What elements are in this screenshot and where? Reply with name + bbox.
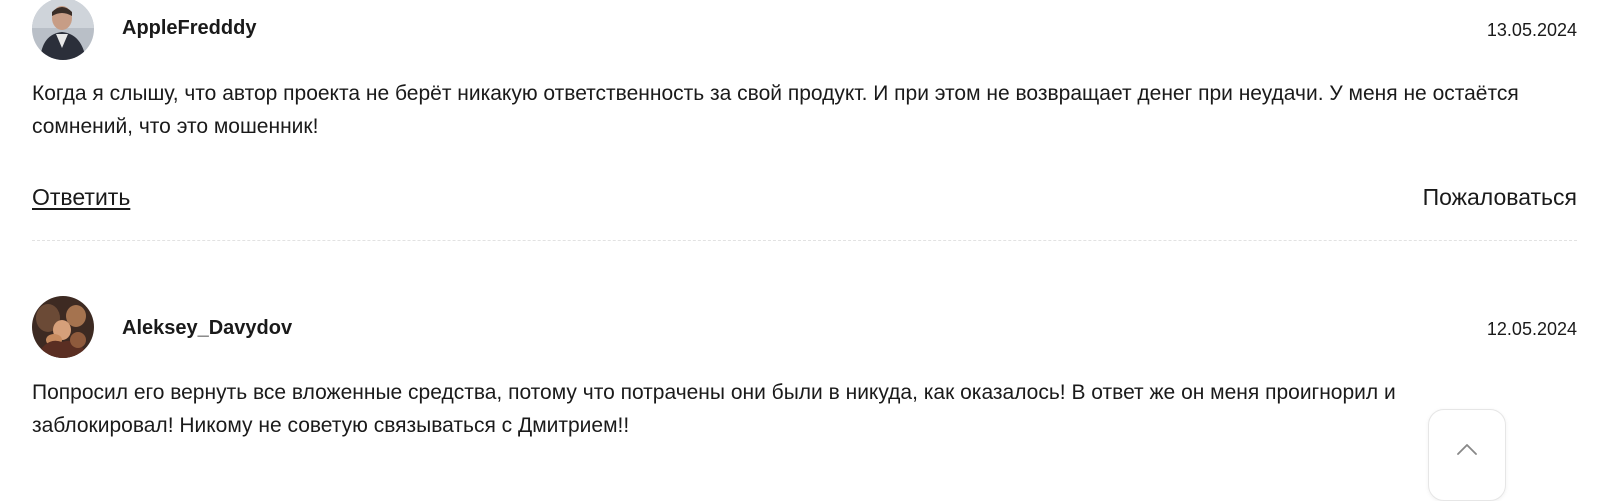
user-photo-avatar-icon <box>32 296 94 358</box>
reply-link[interactable]: Ответить <box>32 184 130 211</box>
comment-text: Когда я слышу, что автор проекта не берё… <box>32 82 1519 138</box>
avatar[interactable] <box>32 296 94 358</box>
comment-date: 13.05.2024 <box>1486 20 1577 40</box>
comment-text: Попросил его вернуть все вложенные средс… <box>32 381 1396 437</box>
comment-author: AppleFredddy <box>122 17 257 39</box>
report-link[interactable]: Пожаловаться <box>1423 184 1577 211</box>
comment-divider <box>32 240 1577 241</box>
comment-actions: Ответить Пожаловаться <box>32 184 1577 216</box>
comment-date: 12.05.2024 <box>1486 319 1577 339</box>
avatar[interactable] <box>32 0 94 60</box>
user-photo-avatar-icon <box>32 0 94 60</box>
scroll-to-top-button[interactable] <box>1428 409 1506 501</box>
comment-author: Aleksey_Davydov <box>122 317 293 339</box>
chevron-up-icon <box>1457 444 1477 455</box>
